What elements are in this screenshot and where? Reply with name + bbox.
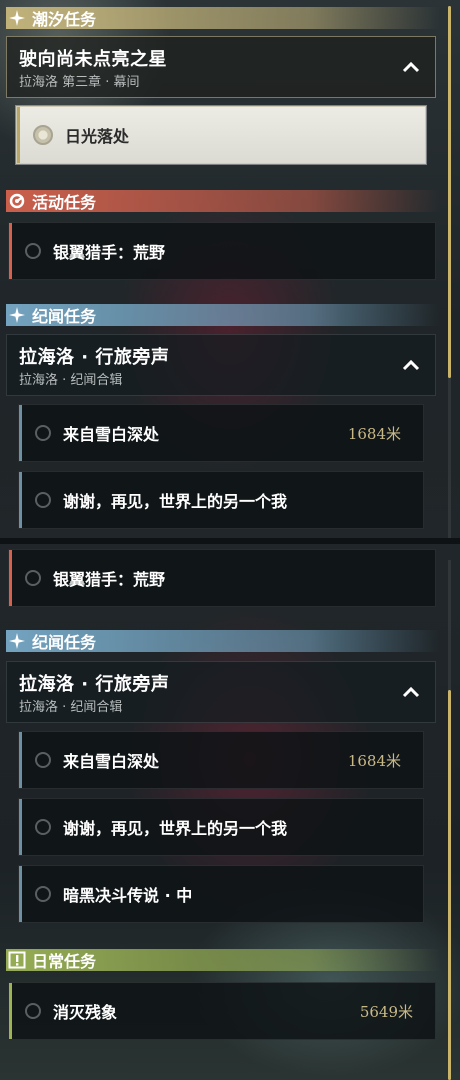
quest-item[interactable]: 暗黑决斗传说 · 中 (18, 865, 424, 923)
quest-accent-bar (9, 983, 12, 1039)
quest-status-circle-icon (35, 752, 51, 768)
quest-item[interactable]: 来自雪白深处 1684米 (18, 404, 424, 462)
quest-status-circle-icon (35, 819, 51, 835)
event-swirl-icon (6, 190, 28, 212)
chapter-title: 拉海洛 · 行旅旁声 (19, 347, 170, 368)
chevron-up-icon[interactable] (401, 357, 421, 373)
quest-status-circle-icon (35, 492, 51, 508)
sparkle-icon (6, 630, 28, 652)
quest-tracker-panel: 潮汐任务 驶向尚未点亮之星 拉海洛 第三章 · 幕间 日光落处 活动任务 银翼猎… (0, 0, 460, 1080)
quest-status-circle-icon (25, 243, 41, 259)
chapter-header-lore[interactable]: 拉海洛 · 行旅旁声 拉海洛 · 纪闻合辑 (6, 661, 436, 723)
quest-status-circle-icon (25, 1003, 41, 1019)
quest-title: 来自雪白深处 (63, 425, 160, 444)
event-quests-header: 活动任务 (6, 190, 440, 212)
quest-title: 暗黑决斗传说 · 中 (63, 886, 193, 905)
quest-title: 银翼猎手：荒野 (53, 243, 166, 262)
quest-title: 消灭残象 (53, 1003, 118, 1022)
quest-item[interactable]: 银翼猎手：荒野 (8, 549, 436, 607)
section-label: 活动任务 (32, 193, 97, 212)
quest-distance: 1684米 (347, 424, 401, 443)
scrollbar-thumb[interactable] (448, 6, 451, 378)
quest-item[interactable]: 银翼猎手：荒野 (8, 222, 436, 280)
sparkle-icon (6, 7, 28, 29)
quest-title: 谢谢，再见，世界上的另一个我 (63, 819, 288, 838)
chevron-up-icon[interactable] (401, 684, 421, 700)
lore-quests-header: 纪闻任务 (6, 630, 440, 652)
chapter-subtitle: 拉海洛 · 纪闻合辑 (19, 700, 123, 715)
lore-quests-header: 纪闻任务 (6, 304, 440, 326)
quest-accent-bar (9, 223, 12, 279)
quest-item[interactable]: 谢谢，再见，世界上的另一个我 (18, 798, 424, 856)
quest-accent-bar (9, 550, 12, 606)
quest-title: 日光落处 (65, 127, 130, 146)
chapter-title: 拉海洛 · 行旅旁声 (19, 674, 170, 695)
quest-accent-bar (19, 866, 22, 922)
quest-accent-bar (19, 472, 22, 528)
quest-status-circle-icon (35, 886, 51, 902)
chapter-subtitle: 拉海洛 · 纪闻合辑 (19, 373, 123, 388)
section-label: 纪闻任务 (32, 307, 97, 326)
scrollbar-thumb[interactable] (448, 690, 451, 1080)
quest-accent-bar (17, 107, 20, 163)
section-label: 纪闻任务 (32, 633, 97, 652)
chapter-header-lore[interactable]: 拉海洛 · 行旅旁声 拉海洛 · 纪闻合辑 (6, 334, 436, 396)
sparkle-icon (6, 304, 28, 326)
quest-distance: 5649米 (359, 1002, 413, 1021)
screenshot-divider (0, 538, 460, 544)
chapter-header-tidal[interactable]: 驶向尚未点亮之星 拉海洛 第三章 · 幕间 (6, 36, 436, 98)
chapter-subtitle: 拉海洛 第三章 · 幕间 (19, 75, 140, 90)
tidal-quests-header: 潮汐任务 (6, 7, 440, 29)
quest-distance: 1684米 (347, 751, 401, 770)
exclamation-icon (6, 949, 28, 971)
quest-title: 谢谢，再见，世界上的另一个我 (63, 492, 288, 511)
quest-status-circle-icon (35, 425, 51, 441)
quest-accent-bar (19, 732, 22, 788)
chapter-title: 驶向尚未点亮之星 (19, 49, 167, 70)
quest-accent-bar (19, 799, 22, 855)
section-label: 日常任务 (32, 952, 97, 971)
quest-item-active[interactable]: 日光落处 (16, 106, 426, 164)
quest-accent-bar (19, 405, 22, 461)
quest-item[interactable]: 消灭残象 5649米 (8, 982, 436, 1040)
quest-status-circle-icon (25, 570, 41, 586)
quest-item[interactable]: 谢谢，再见，世界上的另一个我 (18, 471, 424, 529)
quest-title: 来自雪白深处 (63, 752, 160, 771)
daily-quests-header: 日常任务 (6, 949, 440, 971)
quest-status-circle-icon (33, 125, 53, 145)
chevron-up-icon[interactable] (401, 59, 421, 75)
quest-item[interactable]: 来自雪白深处 1684米 (18, 731, 424, 789)
section-label: 潮汐任务 (32, 10, 97, 29)
quest-title: 银翼猎手：荒野 (53, 570, 166, 589)
